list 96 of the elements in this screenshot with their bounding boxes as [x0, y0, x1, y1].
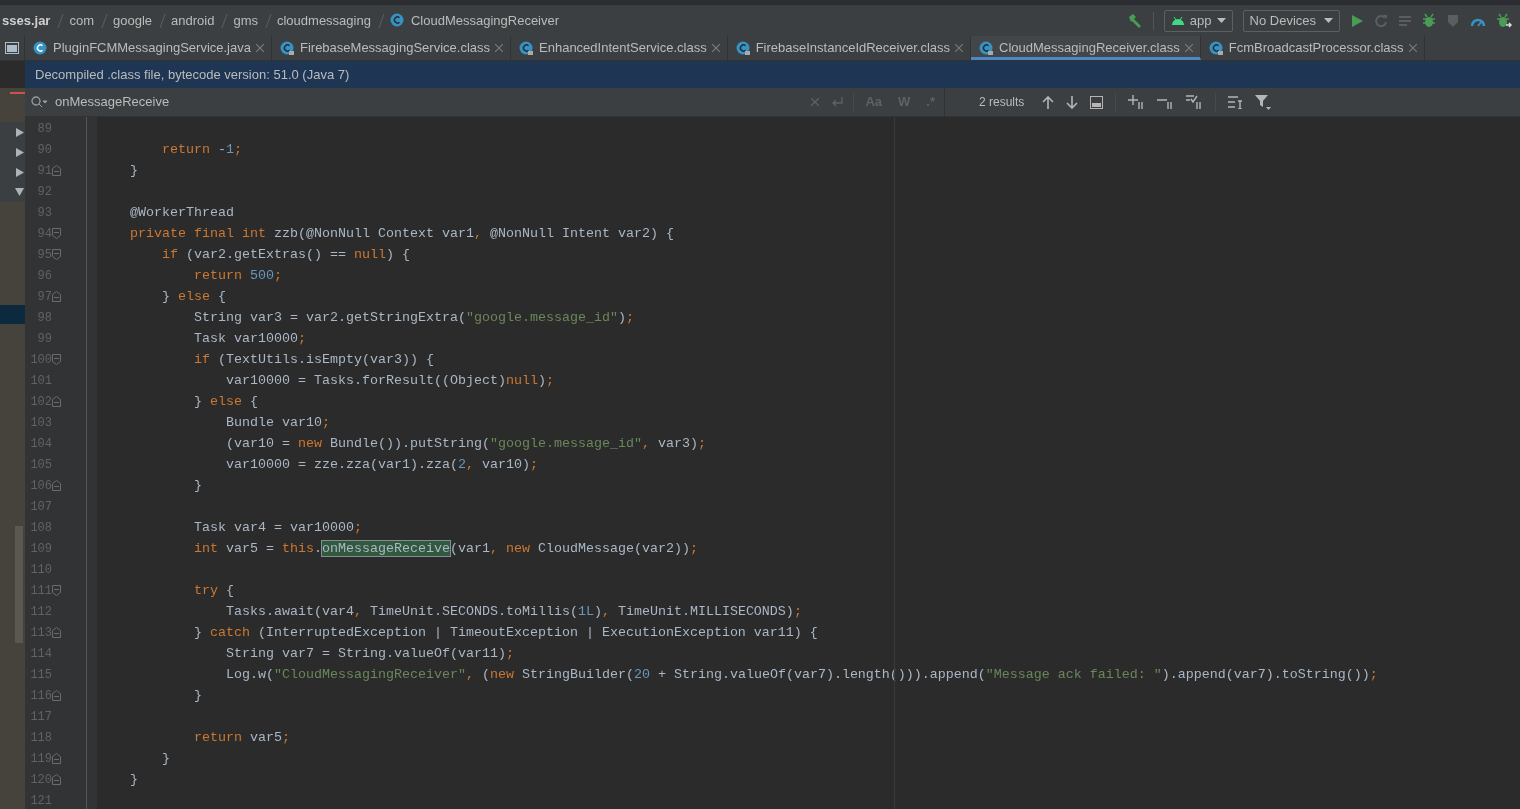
unfold-icon[interactable]: [52, 627, 61, 638]
android-icon: [1170, 15, 1185, 26]
hammer-icon[interactable]: [1126, 12, 1143, 29]
bug-icon[interactable]: [1422, 13, 1436, 28]
code-line: var10000 = Tasks.forResult((Object)null);: [224, 372, 554, 390]
expand-arrow-icon[interactable]: [16, 127, 24, 137]
code-line: Tasks.await(var4, TimeUnit.SECONDS.toMillis(1L), TimeUnit.MILLISECONDS);: [224, 603, 802, 621]
panel-icon[interactable]: [5, 42, 19, 54]
run-configuration-dropdown[interactable]: app: [1163, 9, 1233, 32]
fold-icon[interactable]: [52, 228, 61, 239]
shield-icon[interactable]: [1446, 13, 1460, 28]
code-line: String var3 = var2.getStringExtra("google.message_id");: [192, 309, 634, 327]
unfold-icon[interactable]: [52, 690, 61, 701]
decompiled-banner: Decompiled .class file, bytecode version: 51.0 (Java 7): [25, 61, 1520, 88]
code-line: Task var10000;: [192, 330, 306, 348]
window-icon[interactable]: [1090, 95, 1104, 109]
unfold-icon[interactable]: [52, 774, 61, 785]
bug-arrow-icon[interactable]: [1496, 12, 1512, 29]
selected-tree-row: [0, 305, 25, 324]
arrow-down-icon[interactable]: [1066, 95, 1079, 109]
code-line: Task var4 = var10000;: [192, 519, 362, 537]
filter-icon[interactable]: [1255, 94, 1272, 110]
collapse-arrow-icon[interactable]: [15, 188, 24, 196]
breadcrumb-item[interactable]: android: [171, 10, 215, 31]
code-line: (var10 = new Bundle()).putString("google.message_id", var3);: [224, 435, 706, 453]
locked-class-icon: [519, 40, 534, 56]
locked-class-icon: [735, 40, 751, 56]
code-line: }: [129, 771, 138, 789]
code-line: private final int zzb(@NonNull Context var1, @NonNull Intent var2) {: [129, 225, 674, 243]
code-line: @WorkerThread: [129, 204, 234, 222]
editor-tab[interactable]: PluginFCMMessagingService.java: [25, 36, 272, 60]
editor-tab[interactable]: EnhancedIntentService.class: [511, 36, 728, 60]
editor-tab[interactable]: FirebaseInstanceIdReceiver.class: [727, 36, 972, 60]
code-line: }: [192, 687, 202, 705]
code-line: }: [129, 162, 138, 180]
code-line: return 500;: [192, 267, 282, 285]
code-line: String var7 = String.valueOf(var11);: [224, 645, 514, 663]
code-line: }: [192, 477, 202, 495]
device-dropdown[interactable]: No Devices: [1242, 9, 1340, 32]
close-icon[interactable]: [495, 44, 503, 52]
code-line: Log.w("CloudMessagingReceiver", (new StringBuilder(20 + String.valueOf(var7).length())).append("Message ack failed: ").append(var7).toString());: [224, 666, 1378, 684]
editor-tab[interactable]: FirebaseMessagingService.class: [272, 36, 511, 60]
list-icon[interactable]: [1398, 13, 1412, 28]
close-icon[interactable]: [256, 44, 264, 52]
filter-lines-icon[interactable]: [1228, 95, 1244, 109]
close-icon[interactable]: [1184, 44, 1193, 52]
unfold-icon[interactable]: [52, 165, 61, 176]
unfold-icon[interactable]: [52, 753, 61, 764]
close-icon[interactable]: [1408, 44, 1417, 52]
code-line: var10000 = zze.zza(var1).zza(2, var10);: [224, 456, 538, 474]
breadcrumb-item[interactable]: CloudMessagingReceiver: [410, 10, 560, 31]
code-line: if (TextUtils.isEmpty(var3)) {: [192, 351, 434, 369]
breadcrumb-item[interactable]: gms: [233, 10, 258, 31]
unfold-icon[interactable]: [52, 480, 61, 491]
arrow-up-icon[interactable]: [1042, 95, 1055, 109]
class-icon: [389, 13, 405, 28]
fold-icon[interactable]: [52, 585, 61, 596]
code-line: } catch (InterruptedException | TimeoutException | ExecutionException var11) {: [192, 624, 818, 642]
code-line: return -1;: [161, 141, 242, 159]
code-line: int var5 = this.onMessageReceive(var1, new CloudMessage(var2));: [192, 540, 698, 558]
clear-icon[interactable]: [811, 98, 820, 106]
unfold-icon[interactable]: [52, 291, 61, 302]
fold-icon[interactable]: [52, 249, 61, 260]
class-icon: [33, 40, 48, 56]
caret-icon: [1216, 18, 1226, 23]
add-occurrence-icon[interactable]: [1128, 95, 1146, 109]
breadcrumb-item[interactable]: sses.jar: [2, 10, 51, 31]
breadcrumb-item[interactable]: google: [113, 10, 153, 31]
code-line: } else {: [192, 393, 258, 411]
expand-arrow-icon[interactable]: [16, 167, 24, 177]
code-line: if (var2.getExtras() == null) {: [161, 246, 410, 264]
code-line: return var5;: [192, 729, 290, 747]
unfold-icon[interactable]: [52, 396, 61, 407]
fold-icon[interactable]: [52, 354, 61, 365]
breadcrumb-item[interactable]: com: [69, 10, 94, 31]
code-line: } else {: [161, 288, 226, 306]
close-icon[interactable]: [711, 44, 720, 52]
run-icon[interactable]: [1350, 13, 1364, 28]
error-mark: [10, 92, 25, 94]
locked-class-icon: [1208, 40, 1224, 56]
code-line: try {: [192, 582, 234, 600]
breadcrumb-item[interactable]: cloudmessaging: [277, 10, 371, 31]
select-all-icon[interactable]: [1186, 95, 1204, 109]
close-icon[interactable]: [955, 44, 964, 52]
editor-tab[interactable]: CloudMessagingReceiver.class: [971, 36, 1201, 60]
rerun-icon[interactable]: [1374, 13, 1388, 28]
code-line: Bundle var10;: [224, 414, 330, 432]
locked-class-icon: [979, 40, 995, 56]
code-line: }: [161, 750, 170, 768]
caret-icon: [1324, 18, 1333, 23]
locked-class-icon: [280, 40, 295, 56]
results-count: 2 results: [979, 94, 1025, 111]
editor-tab[interactable]: FcmBroadcastProcessor.class: [1200, 36, 1425, 60]
expand-arrow-icon[interactable]: [16, 147, 24, 157]
newline-icon[interactable]: [831, 96, 844, 108]
search-icon: [31, 96, 47, 108]
